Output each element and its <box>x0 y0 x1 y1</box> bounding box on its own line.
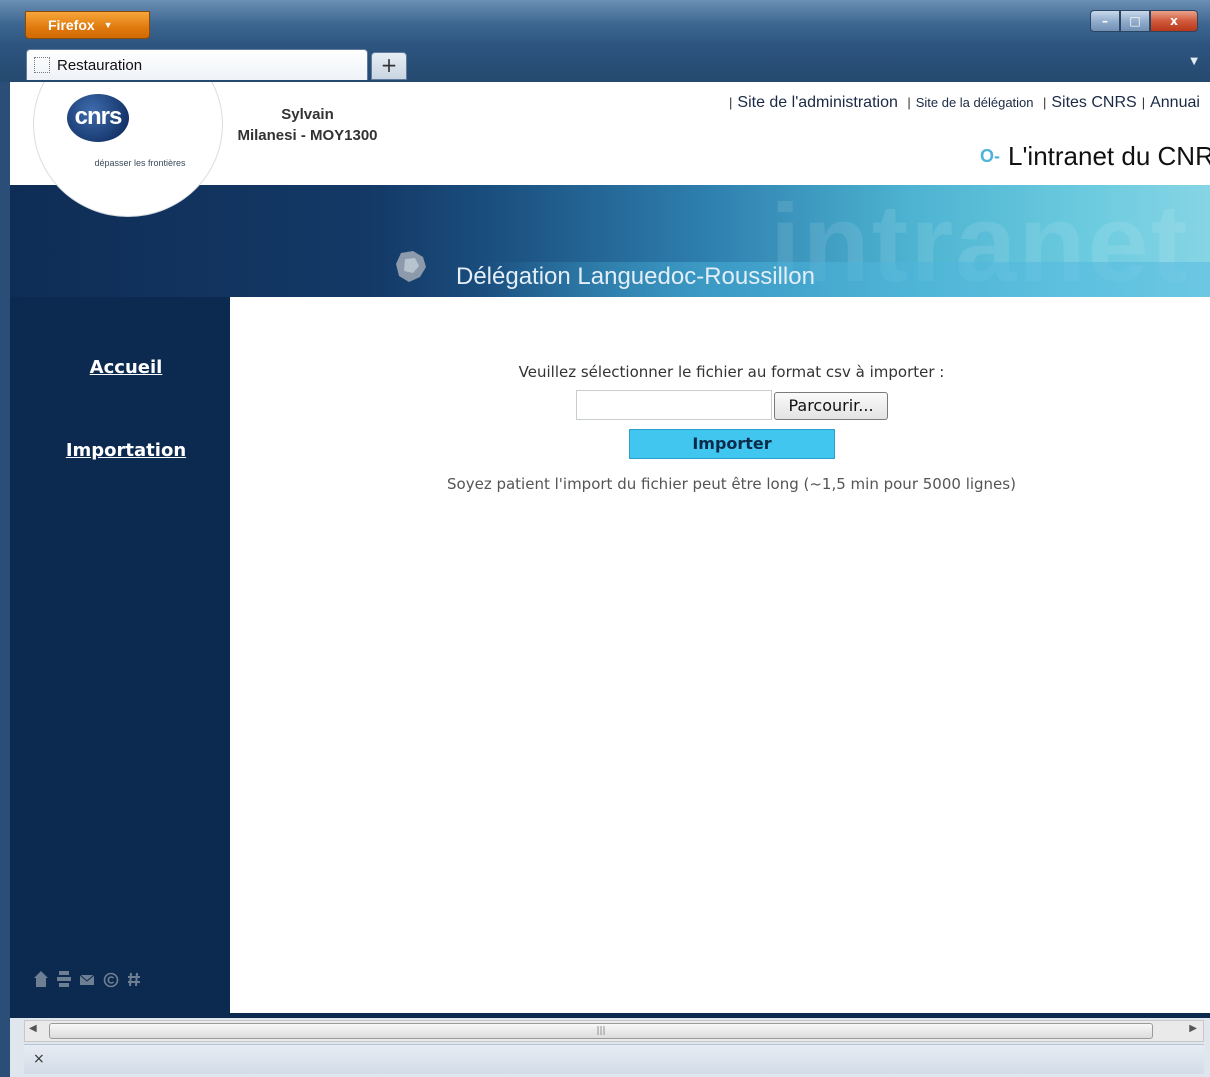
sidebar: Accueil Importation <box>10 297 230 1013</box>
link-separator: | <box>1141 95 1146 110</box>
chevron-down-icon: ▼ <box>103 20 113 30</box>
link-separator: | <box>729 95 733 110</box>
link-separator: | <box>907 95 911 110</box>
logo-tagline: dépasser les frontières <box>94 158 186 168</box>
main-content: Veuillez sélectionner le fichier au form… <box>230 297 1210 1013</box>
minimize-button[interactable]: – <box>1090 10 1120 32</box>
page-bottom-band <box>10 1013 1210 1018</box>
close-icon[interactable]: × <box>33 1051 45 1067</box>
tab-bar: Restauration + ▼ <box>0 44 1210 82</box>
tab-restauration[interactable]: Restauration <box>26 49 368 80</box>
intranet-title-text: L'intranet du CNR <box>1008 141 1210 171</box>
status-bar: × <box>24 1044 1204 1074</box>
new-tab-button[interactable]: + <box>371 52 407 80</box>
header-banner: intranet Délégation Languedoc-Roussillon <box>10 185 1210 297</box>
footer-icons <box>33 970 141 988</box>
page-viewport: cnrs dépasser les frontières Sylvain Mil… <box>10 82 1210 1018</box>
key-icon: O- <box>980 146 1000 166</box>
sitemap-icon[interactable] <box>57 970 71 988</box>
horizontal-scrollbar[interactable]: ◀ ||| ▶ <box>24 1020 1204 1042</box>
copyright-icon[interactable] <box>103 970 119 988</box>
import-button[interactable]: Importer <box>629 429 835 459</box>
tab-list-button[interactable]: ▼ <box>1190 56 1198 67</box>
file-path-input[interactable] <box>576 390 772 420</box>
scroll-left-icon[interactable]: ◀ <box>29 1023 37 1034</box>
firefox-menu-button[interactable]: Firefox ▼ <box>25 11 150 39</box>
home-icon[interactable] <box>33 970 49 988</box>
user-first-name: Sylvain <box>281 106 334 123</box>
delegation-title: Délégation Languedoc-Roussillon <box>456 263 815 290</box>
user-id: Milanesi - MOY1300 <box>237 127 378 144</box>
link-annuaire[interactable]: Annuai <box>1150 94 1200 111</box>
user-name: Sylvain Milanesi - MOY1300 <box>210 104 405 146</box>
region-map-icon <box>393 249 429 293</box>
scroll-thumb[interactable]: ||| <box>49 1023 1153 1039</box>
close-window-button[interactable]: x <box>1150 10 1198 32</box>
browse-button[interactable]: Parcourir... <box>774 392 888 420</box>
link-site-delegation[interactable]: Site de la délégation <box>916 95 1034 110</box>
sidebar-item-accueil[interactable]: Accueil <box>10 357 242 378</box>
window-titlebar: Firefox ▼ – □ x <box>0 0 1210 44</box>
link-separator: | <box>1042 95 1047 110</box>
link-site-administration[interactable]: Site de l'administration <box>737 94 897 111</box>
cnrs-logo[interactable]: cnrs <box>67 94 129 142</box>
intranet-title[interactable]: O- L'intranet du CNR <box>980 141 1210 172</box>
sidebar-item-importation[interactable]: Importation <box>10 440 242 461</box>
maximize-button[interactable]: □ <box>1120 10 1150 32</box>
window-controls: – □ x <box>1090 10 1198 32</box>
mail-icon[interactable] <box>79 970 95 988</box>
top-links: | Site de l'administration | Site de la dé… <box>724 94 1200 112</box>
tab-title: Restauration <box>57 56 143 74</box>
firefox-menu-label: Firefox <box>48 17 95 33</box>
import-prompt: Veuillez sélectionner le fichier au form… <box>518 363 945 381</box>
page-icon <box>34 57 50 73</box>
window-frame-left <box>0 82 10 1077</box>
scroll-right-icon[interactable]: ▶ <box>1189 1023 1197 1034</box>
import-notice: Soyez patient l'import du fichier peut ê… <box>447 475 1016 493</box>
link-sites-cnrs[interactable]: Sites CNRS <box>1051 94 1136 111</box>
hash-icon[interactable] <box>127 970 141 988</box>
